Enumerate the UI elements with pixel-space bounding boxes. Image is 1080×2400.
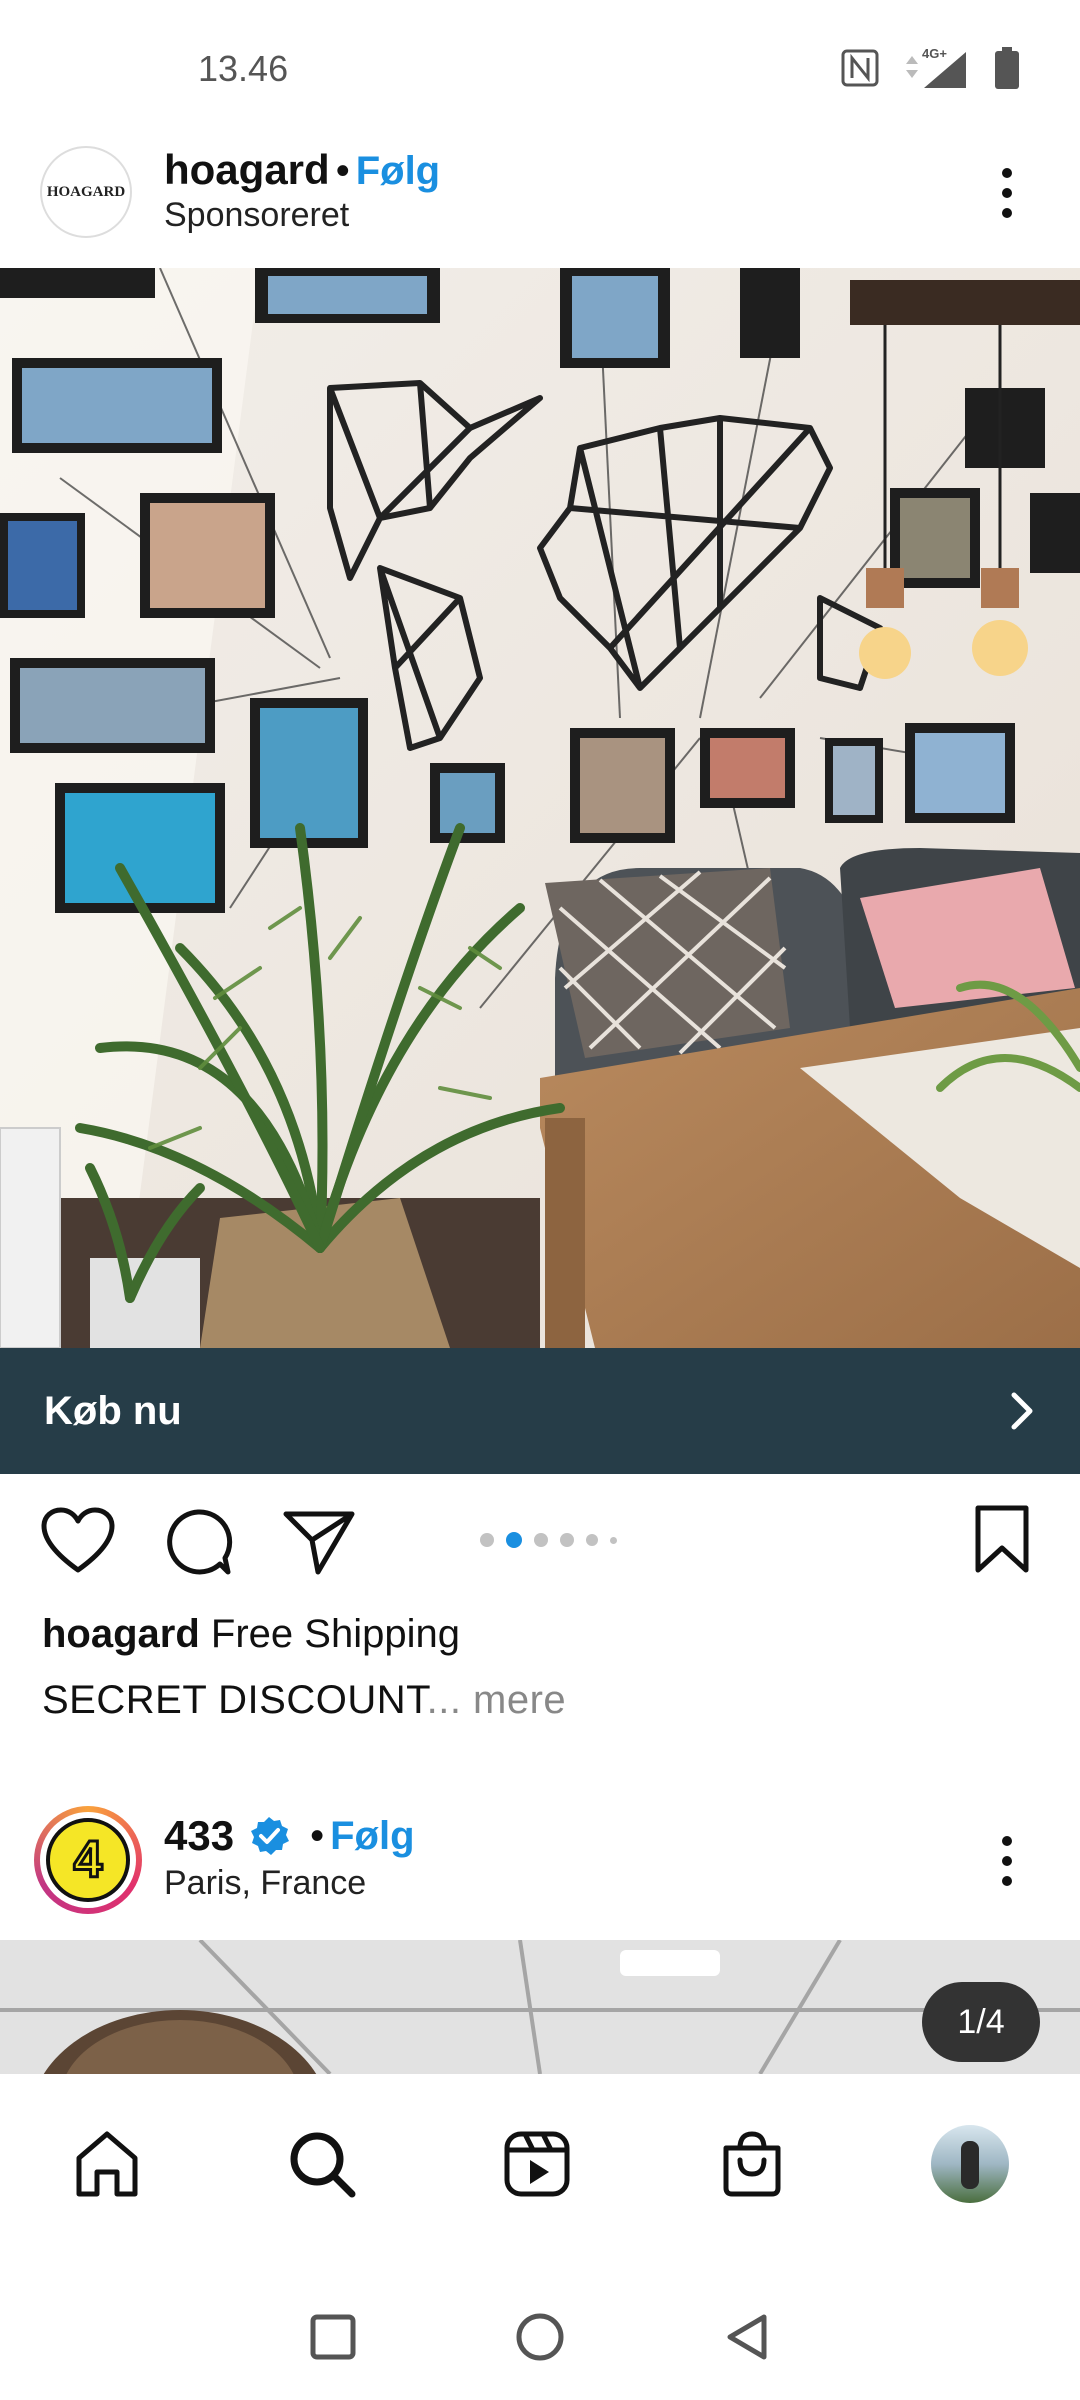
like-heart-icon[interactable] [40, 1506, 116, 1576]
caption-line-2: SECRET DISCOUNT... mere [42, 1678, 566, 1723]
post-image[interactable] [0, 268, 1080, 1348]
account-name-433[interactable]: 433 [164, 1812, 234, 1860]
hoagard-avatar[interactable]: HOAGARD [40, 146, 132, 238]
post-header-title-row: hoagard • Følg [164, 146, 440, 194]
profile-avatar-figure [960, 2141, 979, 2189]
shop-icon[interactable] [716, 2128, 788, 2200]
status-icons: 4G+ [840, 46, 1020, 90]
reels-icon[interactable] [501, 2128, 573, 2200]
carousel-indicator [480, 1532, 617, 1548]
sponsored-label: Sponsoreret [164, 196, 350, 234]
save-bookmark-icon[interactable] [972, 1504, 1032, 1576]
nfc-icon [841, 49, 879, 87]
shop-now-label: Køb nu [44, 1388, 182, 1433]
carousel-dot [534, 1533, 548, 1547]
home-button[interactable] [514, 2311, 566, 2363]
433-avatar-inner: 4 [40, 1812, 136, 1908]
battery-icon [995, 47, 1019, 89]
carousel-dot [610, 1536, 617, 1544]
profile-avatar[interactable] [930, 2125, 1009, 2203]
shop-now-bar[interactable]: Køb nu [0, 1348, 1080, 1474]
system-nav-bar [0, 2274, 1080, 2400]
verified-badge-icon [251, 1817, 290, 1855]
caption-text: Free Shipping [210, 1612, 460, 1656]
bottom-nav [0, 2074, 1080, 2254]
room-illustration [0, 268, 1080, 1348]
status-time: 13.46 [198, 48, 289, 89]
separator: • [335, 149, 350, 193]
post2-header-title-row: 433 • Følg [164, 1812, 415, 1860]
caption-username[interactable]: hoagard [42, 1612, 200, 1656]
carousel-dot-active [506, 1532, 522, 1548]
home-icon[interactable] [71, 2128, 143, 2200]
carousel-dot [560, 1533, 574, 1547]
carousel-dot [480, 1533, 494, 1547]
follow-button[interactable]: Følg [356, 149, 440, 194]
caption-more-link[interactable]: ... mere [427, 1678, 567, 1722]
433-logo-text: 4 [72, 1830, 104, 1891]
more-options-icon[interactable] [1000, 168, 1014, 218]
network-label: 4G+ [922, 46, 947, 61]
caption-line-1: hoagard Free Shipping [42, 1612, 460, 1657]
ceiling-illustration [0, 1940, 1080, 2074]
search-icon[interactable] [286, 2128, 358, 2200]
caption-discount-text: SECRET DISCOUNT [42, 1678, 427, 1722]
carousel-dot [586, 1534, 598, 1546]
comment-icon[interactable] [162, 1506, 234, 1578]
recents-button[interactable] [308, 2312, 358, 2362]
more-options-icon-2[interactable] [1000, 1836, 1014, 1886]
follow-button-433[interactable]: Følg [330, 1814, 414, 1859]
back-button[interactable] [722, 2312, 772, 2362]
account-name[interactable]: hoagard [164, 146, 330, 194]
location-label[interactable]: Paris, France [164, 1864, 366, 1903]
433-logo: 4 [46, 1818, 130, 1902]
chevron-right-icon [1011, 1392, 1033, 1430]
avatar-logo-text: HOAGARD [46, 183, 126, 200]
signal-4g-icon: 4G+ [906, 46, 966, 88]
carousel-counter: 1/4 [922, 1982, 1040, 2062]
separator-2: • [310, 1813, 325, 1858]
share-send-icon[interactable] [282, 1506, 356, 1578]
post2-image[interactable] [0, 1940, 1080, 2074]
433-avatar[interactable]: 4 [34, 1806, 142, 1914]
